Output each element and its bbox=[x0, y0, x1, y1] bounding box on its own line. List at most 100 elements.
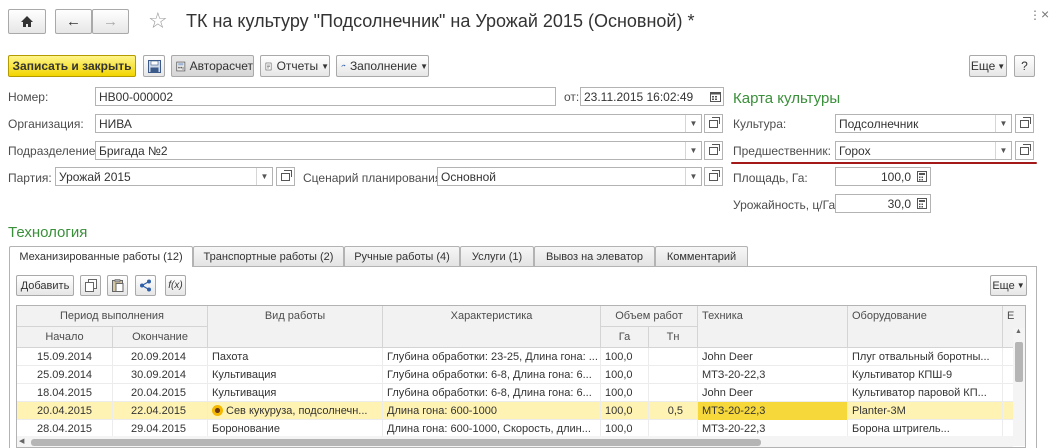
open-window-icon bbox=[1020, 116, 1031, 128]
scrollbar-thumb[interactable] bbox=[31, 439, 761, 446]
cell-tn bbox=[649, 348, 698, 366]
paste-button[interactable] bbox=[107, 275, 128, 296]
dropdown-icon[interactable]: ▼ bbox=[995, 115, 1011, 132]
vertical-scrollbar[interactable]: ▲ bbox=[1013, 328, 1025, 446]
add-button[interactable]: Добавить bbox=[16, 275, 74, 296]
cell-tn bbox=[649, 366, 698, 384]
calculator-icon[interactable] bbox=[914, 195, 930, 212]
tab-mechanized-works[interactable]: Механизированные работы (12) bbox=[9, 246, 193, 267]
header-work-type[interactable]: Вид работы bbox=[208, 306, 383, 348]
batch-field[interactable]: Урожай 2015 ▼ bbox=[55, 167, 273, 186]
cell-machinery: МТЗ-20-22,3 bbox=[698, 366, 848, 384]
predecessor-open-button[interactable] bbox=[1015, 141, 1034, 160]
department-field[interactable]: Бригада №2 ▼ bbox=[95, 141, 702, 160]
header-equipment[interactable]: Оборудование bbox=[848, 306, 1003, 348]
scenario-open-button[interactable] bbox=[704, 167, 723, 186]
table-more-button[interactable]: Еще ▼ bbox=[990, 275, 1027, 296]
header-start[interactable]: Начало bbox=[17, 327, 113, 348]
tab-services[interactable]: Услуги (1) bbox=[460, 246, 534, 266]
scrollbar-thumb[interactable] bbox=[1015, 342, 1023, 382]
tab-comment[interactable]: Комментарий bbox=[655, 246, 748, 266]
area-value: 100,0 bbox=[880, 169, 911, 184]
culture-label: Культура: bbox=[733, 117, 787, 131]
scenario-label: Сценарий планирования: bbox=[303, 171, 445, 185]
dropdown-icon[interactable]: ▼ bbox=[685, 168, 701, 185]
dropdown-icon[interactable]: ▼ bbox=[685, 115, 701, 132]
autocalc-button[interactable]: Авторасчет bbox=[171, 55, 254, 77]
cell-ga: 100,0 bbox=[601, 348, 649, 366]
copy-row-button[interactable] bbox=[80, 275, 101, 296]
number-value: НВ00-000002 bbox=[99, 89, 174, 104]
cell-characteristic: Глубина обработки: 6-8, Длина гона: 6... bbox=[383, 384, 601, 402]
predecessor-field[interactable]: Горох ▼ bbox=[835, 141, 1012, 160]
save-button[interactable] bbox=[143, 55, 165, 77]
cell-end: 30.09.2014 bbox=[113, 366, 208, 384]
close-icon[interactable]: × bbox=[1041, 6, 1049, 22]
cell-equipment: Плуг отвальный боротны... bbox=[848, 348, 1003, 366]
department-open-button[interactable] bbox=[704, 141, 723, 160]
dropdown-icon[interactable]: ▼ bbox=[995, 142, 1011, 159]
header-ga[interactable]: Га bbox=[601, 327, 649, 348]
tab-elevator-export[interactable]: Вывоз на элеватор bbox=[534, 246, 655, 266]
area-field[interactable]: 100,0 bbox=[835, 167, 931, 186]
fill-button[interactable]: Заполнение ▼ bbox=[336, 55, 429, 77]
table-row[interactable]: 25.09.2014 30.09.2014 Культивация Глубин… bbox=[17, 366, 1017, 384]
batch-value: Урожай 2015 bbox=[59, 169, 131, 184]
date-value: 23.11.2015 16:02:49 bbox=[584, 89, 694, 104]
header-characteristic[interactable]: Характеристика bbox=[383, 306, 601, 348]
share-button[interactable] bbox=[135, 275, 156, 296]
help-button[interactable]: ? bbox=[1014, 55, 1035, 77]
yield-label: Урожайность, ц/Га: bbox=[733, 198, 839, 212]
home-icon bbox=[21, 16, 33, 27]
more-button[interactable]: Еще ▼ bbox=[969, 55, 1007, 77]
arrow-right-icon: → bbox=[103, 13, 118, 30]
cell-equipment: Культиватор КПШ-9 bbox=[848, 366, 1003, 384]
horizontal-scrollbar[interactable]: ◀ bbox=[17, 436, 1013, 447]
organization-field[interactable]: НИВА ▼ bbox=[95, 114, 702, 133]
cell-machinery-active[interactable]: МТЗ-20-22,3 bbox=[698, 402, 848, 420]
cell-end: 20.04.2015 bbox=[113, 384, 208, 402]
tab-manual-works[interactable]: Ручные работы (4) bbox=[344, 246, 460, 266]
number-label: Номер: bbox=[8, 90, 49, 104]
culture-field[interactable]: Подсолнечник ▼ bbox=[835, 114, 1012, 133]
table-row-selected[interactable]: 20.04.2015 22.04.2015 Сев кукуруза, подс… bbox=[17, 402, 1017, 420]
save-and-close-button[interactable]: Записать и закрыть bbox=[8, 55, 136, 77]
cell-end: 20.09.2014 bbox=[113, 348, 208, 366]
forward-button[interactable]: → bbox=[92, 9, 129, 34]
header-tn[interactable]: Тн bbox=[649, 327, 698, 348]
header-machinery[interactable]: Техника bbox=[698, 306, 848, 348]
back-button[interactable]: ← bbox=[55, 9, 92, 34]
formula-button[interactable]: f(x) bbox=[165, 275, 186, 296]
date-field[interactable]: 23.11.2015 16:02:49 bbox=[580, 87, 724, 106]
works-table[interactable]: Период выполнения Начало Окончание Вид р… bbox=[16, 305, 1026, 448]
window-title: ТК на культуру "Подсолнечник" на Урожай … bbox=[186, 11, 695, 31]
reports-button[interactable]: Отчеты ▼ bbox=[260, 55, 330, 77]
share-icon bbox=[140, 279, 151, 292]
organization-label: Организация: bbox=[8, 117, 84, 131]
number-field[interactable]: НВ00-000002 bbox=[95, 87, 556, 106]
yield-field[interactable]: 30,0 bbox=[835, 194, 931, 213]
favorite-star-icon[interactable]: ☆ bbox=[148, 9, 168, 33]
scenario-value: Основной bbox=[441, 169, 497, 184]
organization-open-button[interactable] bbox=[704, 114, 723, 133]
cell-ga: 100,0 bbox=[601, 384, 649, 402]
batch-open-button[interactable] bbox=[276, 167, 295, 186]
culture-open-button[interactable] bbox=[1015, 114, 1034, 133]
home-button[interactable] bbox=[8, 9, 46, 34]
open-window-icon bbox=[1020, 143, 1031, 155]
calendar-icon[interactable] bbox=[707, 88, 723, 105]
table-row[interactable]: 18.04.2015 20.04.2015 Культивация Глубин… bbox=[17, 384, 1017, 402]
report-icon bbox=[265, 62, 272, 70]
calculator-icon[interactable] bbox=[914, 168, 930, 185]
caret-down-icon: ▼ bbox=[420, 61, 428, 71]
cell-machinery: John Deer bbox=[698, 384, 848, 402]
dropdown-icon[interactable]: ▼ bbox=[256, 168, 272, 185]
dropdown-icon[interactable]: ▼ bbox=[685, 142, 701, 159]
header-end[interactable]: Окончание bbox=[113, 327, 208, 348]
scroll-left-icon[interactable]: ◀ bbox=[19, 437, 24, 445]
caret-down-icon: ▼ bbox=[997, 61, 1006, 71]
table-row[interactable]: 15.09.2014 20.09.2014 Пахота Глубина обр… bbox=[17, 348, 1017, 366]
tab-transport-works[interactable]: Транспортные работы (2) bbox=[193, 246, 344, 266]
scroll-up-icon[interactable]: ▲ bbox=[1015, 328, 1022, 335]
scenario-field[interactable]: Основной ▼ bbox=[437, 167, 702, 186]
